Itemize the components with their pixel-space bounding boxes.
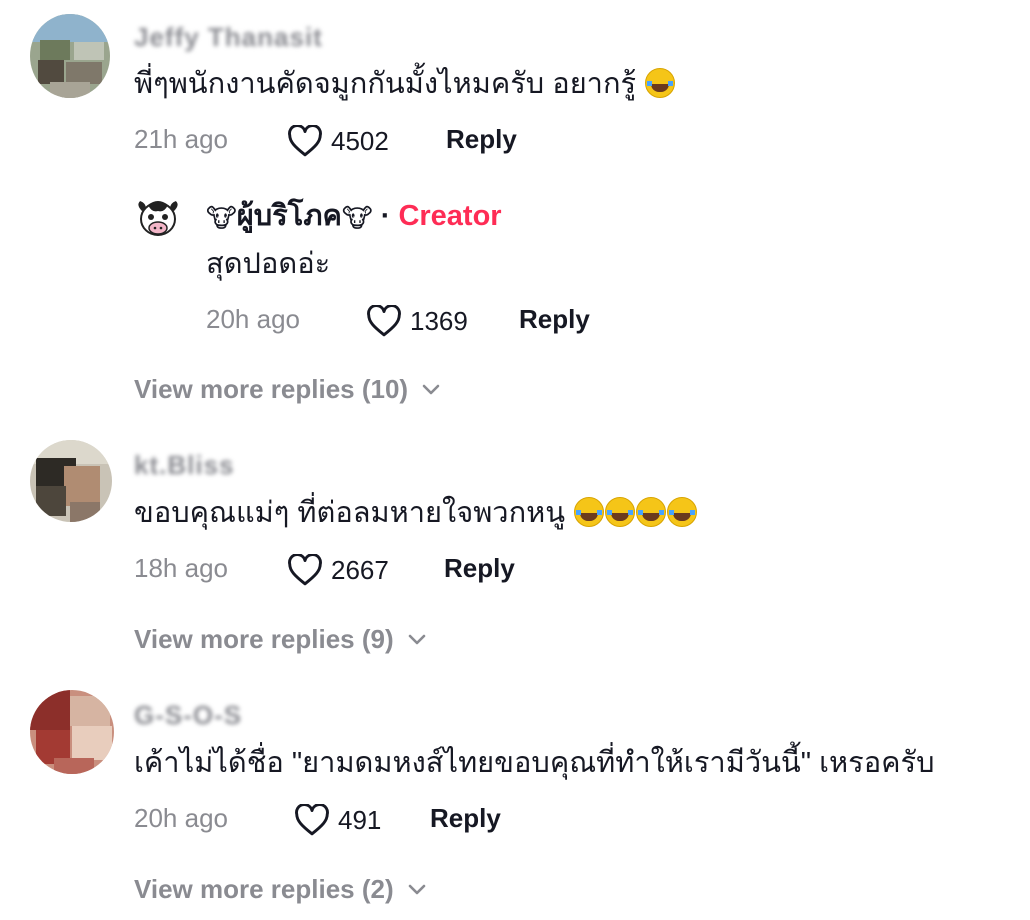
like-button[interactable]: 491 <box>294 802 381 838</box>
username[interactable]: Jeffy Thanasit <box>134 24 323 50</box>
heart-outline-icon <box>367 305 401 337</box>
cow-emoji: 🐮 <box>206 203 237 233</box>
creator-badge: Creator <box>398 200 502 232</box>
comment-meta: 21h ago 4502 Reply <box>0 121 1030 157</box>
avatar[interactable] <box>30 690 114 774</box>
reply-meta: 20h ago 1369 Reply <box>0 301 1030 337</box>
view-more-replies[interactable]: View more replies (2) <box>134 874 426 905</box>
reply-button[interactable]: Reply <box>519 301 590 337</box>
view-more-replies[interactable]: View more replies (10) <box>134 374 440 405</box>
separator-dot: · <box>380 200 391 232</box>
creator-name-text: ผู้บริโภค <box>236 200 342 232</box>
reply-button[interactable]: Reply <box>430 800 501 836</box>
comment-meta: 18h ago 2667 Reply <box>0 550 1030 586</box>
comment-text-content: เค้าไม่ได้ชื่อ "ยามดมหงส์ไทยขอบคุณที่ทำใ… <box>134 747 935 779</box>
laugh-emoji <box>636 497 667 527</box>
cow-avatar-icon <box>138 201 178 236</box>
timestamp: 20h ago <box>134 803 228 833</box>
laugh-emoji <box>605 497 636 527</box>
timestamp: 20h ago <box>206 304 300 334</box>
reply-button[interactable]: Reply <box>446 121 517 157</box>
comment-meta: 20h ago 491 Reply <box>0 800 1030 836</box>
chevron-down-icon <box>408 884 425 894</box>
username[interactable]: kt.Bliss <box>134 452 235 478</box>
like-count: 491 <box>338 805 382 835</box>
avatar[interactable] <box>30 440 112 522</box>
comment-text: ขอบคุณแม่ๆ ที่ต่อลมหายใจพวกหนู <box>134 495 698 531</box>
comment-text: พี่ๆพนักงานคัดจมูกกันมั้งไหมครับ อยากรู้ <box>134 66 676 102</box>
timestamp: 21h ago <box>134 124 228 154</box>
like-count: 1369 <box>410 306 468 336</box>
heart-outline-icon <box>288 125 322 157</box>
view-more-replies-label: View more replies (10) <box>134 374 409 404</box>
creator-avatar[interactable] <box>134 193 182 241</box>
like-count: 4502 <box>331 126 389 156</box>
chevron-down-icon <box>422 384 440 394</box>
laugh-emoji <box>667 497 698 527</box>
comment-text: เค้าไม่ได้ชื่อ "ยามดมหงส์ไทยขอบคุณที่ทำใ… <box>134 745 935 781</box>
like-button[interactable]: 4502 <box>287 123 389 159</box>
chevron-down-icon <box>408 634 425 644</box>
like-button[interactable]: 2667 <box>287 552 389 588</box>
like-button[interactable]: 1369 <box>366 303 468 339</box>
creator-username[interactable]: 🐮ผู้บริโภค🐮 · Creator <box>206 198 502 236</box>
timestamp: 18h ago <box>134 553 228 583</box>
reply-text: สุดปอดอ่ะ <box>206 248 331 280</box>
comment-text-content: ขอบคุณแม่ๆ ที่ต่อลมหายใจพวกหนู <box>134 497 566 529</box>
avatar[interactable] <box>30 14 110 98</box>
view-more-replies-label: View more replies (9) <box>134 624 394 654</box>
comment-text-content: พี่ๆพนักงานคัดจมูกกันมั้งไหมครับ อยากรู้ <box>134 68 637 100</box>
cow-emoji: 🐮 <box>341 203 373 233</box>
username[interactable]: G-S-O-S <box>134 702 242 728</box>
reply-button[interactable]: Reply <box>444 550 515 586</box>
like-count: 2667 <box>331 555 389 585</box>
view-more-replies-label: View more replies (2) <box>134 874 394 904</box>
laugh-emoji <box>574 497 605 527</box>
laugh-emoji <box>645 68 676 98</box>
view-more-replies[interactable]: View more replies (9) <box>134 624 426 655</box>
heart-outline-icon <box>295 804 329 836</box>
heart-outline-icon <box>288 554 322 586</box>
